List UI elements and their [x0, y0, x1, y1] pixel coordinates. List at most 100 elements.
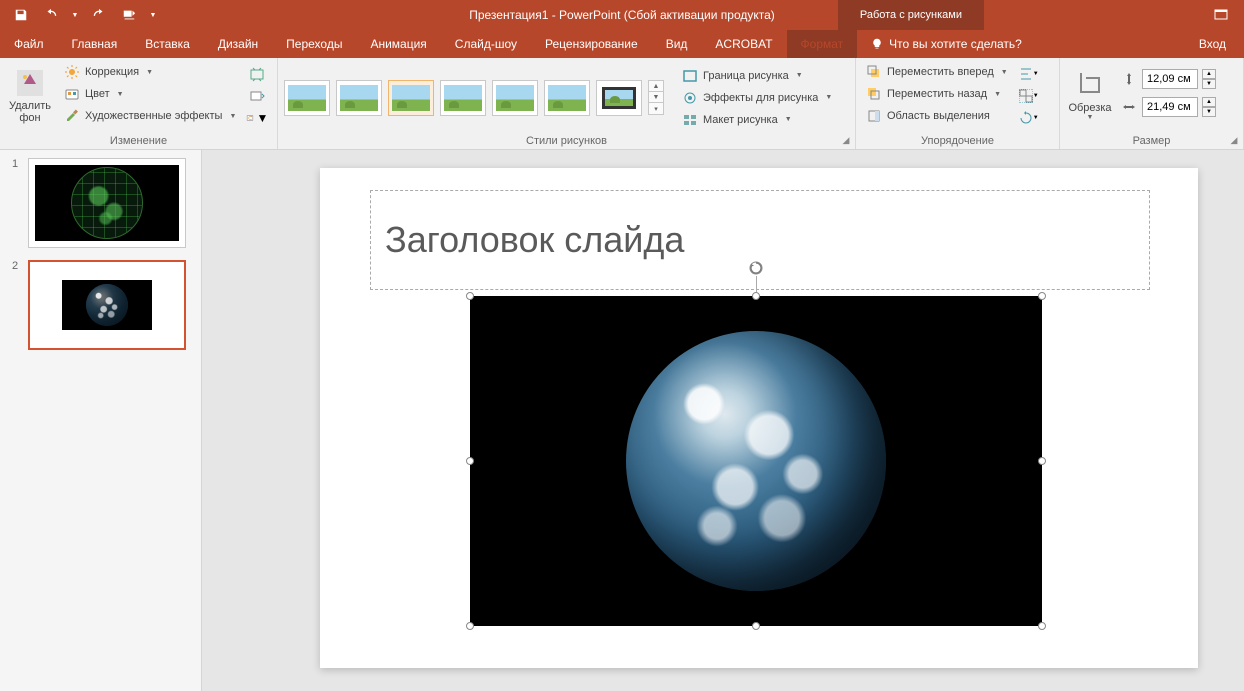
tab-design[interactable]: Дизайн	[204, 30, 272, 58]
selection-pane-label: Область выделения	[887, 110, 990, 122]
resize-handle-right[interactable]	[1038, 457, 1046, 465]
width-up[interactable]: ▲	[1202, 97, 1216, 107]
picture-border-label: Граница рисунка	[703, 70, 789, 82]
tab-animations[interactable]: Анимация	[356, 30, 440, 58]
align-button[interactable]: ▼	[1018, 64, 1040, 84]
inserted-picture[interactable]	[470, 296, 1042, 626]
qat-customize-dropdown[interactable]: ▼	[148, 4, 158, 26]
height-down[interactable]: ▼	[1202, 79, 1216, 89]
bring-forward-label: Переместить вперед	[887, 66, 994, 78]
style-thumb-6[interactable]	[544, 80, 590, 116]
size-dialog-launcher[interactable]: ◢	[1228, 134, 1240, 146]
thumbnail-row-1: 1	[12, 158, 189, 248]
corrections-button[interactable]: Коррекция▼	[60, 62, 240, 82]
tell-me-search[interactable]: Что вы хотите сделать?	[857, 30, 1036, 58]
contextual-tab-group-label: Работа с рисунками	[838, 0, 984, 30]
picture-effects-label: Эффекты для рисунка	[703, 92, 818, 104]
resize-handle-bottom[interactable]	[752, 622, 760, 630]
tab-view[interactable]: Вид	[652, 30, 702, 58]
rotate-button[interactable]: ▼	[1018, 108, 1040, 128]
change-picture-icon	[249, 88, 265, 104]
tab-transitions[interactable]: Переходы	[272, 30, 356, 58]
undo-button[interactable]	[40, 4, 62, 26]
redo-button[interactable]	[88, 4, 110, 26]
color-button[interactable]: Цвет▼	[60, 84, 240, 104]
resize-handle-top[interactable]	[752, 292, 760, 300]
earth-image	[626, 331, 886, 591]
width-down[interactable]: ▼	[1202, 107, 1216, 117]
compress-pictures-button[interactable]	[246, 64, 268, 84]
picture-effects-button[interactable]: Эффекты для рисунка▼	[678, 88, 836, 108]
workspace: 1 2 Заголовок слайда	[0, 150, 1244, 691]
slide-canvas[interactable]: Заголовок слайда	[320, 168, 1198, 668]
quick-access-toolbar: ▼ ▼	[0, 4, 158, 26]
slide-thumbnail-1[interactable]	[28, 158, 186, 248]
save-button[interactable]	[10, 4, 32, 26]
gallery-down-button[interactable]: ▼	[649, 92, 663, 103]
window-title: Презентация1 - PowerPoint (Сбой активаци…	[469, 8, 775, 22]
rotation-handle[interactable]	[748, 260, 764, 276]
align-icon	[1019, 67, 1033, 81]
brush-icon	[64, 108, 80, 124]
width-icon	[1120, 98, 1138, 116]
picture-border-button[interactable]: Граница рисунка▼	[678, 66, 836, 86]
resize-handle-top-left[interactable]	[466, 292, 474, 300]
tab-insert[interactable]: Вставка	[131, 30, 204, 58]
ribbon: Удалить фон Коррекция▼ Цвет▼ Художествен…	[0, 58, 1244, 150]
group-icon	[1019, 89, 1033, 103]
height-up[interactable]: ▲	[1202, 69, 1216, 79]
tab-file[interactable]: Файл	[0, 30, 58, 58]
slide-thumbnail-2[interactable]	[28, 260, 186, 350]
send-backward-label: Переместить назад	[887, 88, 987, 100]
styles-dialog-launcher[interactable]: ◢	[840, 134, 852, 146]
style-thumb-4[interactable]	[440, 80, 486, 116]
width-input[interactable]: 21,49 см	[1142, 97, 1198, 117]
reset-icon	[246, 110, 255, 126]
resize-handle-bottom-left[interactable]	[466, 622, 474, 630]
resize-handle-top-right[interactable]	[1038, 292, 1046, 300]
change-picture-button[interactable]	[246, 86, 268, 106]
tab-format[interactable]: Формат	[787, 30, 858, 58]
selection-pane-icon	[866, 108, 882, 124]
width-row: 21,49 см ▲▼	[1120, 96, 1216, 118]
slide-editor[interactable]: Заголовок слайда	[202, 150, 1244, 691]
artistic-effects-button[interactable]: Художественные эффекты▼	[60, 106, 240, 126]
remove-background-button[interactable]: Удалить фон	[6, 62, 54, 128]
ribbon-group-adjust: Удалить фон Коррекция▼ Цвет▼ Художествен…	[0, 58, 278, 149]
picture-layout-button[interactable]: Макет рисунка▼	[678, 110, 836, 130]
style-thumb-7[interactable]	[596, 80, 642, 116]
group-button[interactable]: ▼	[1018, 86, 1040, 106]
style-thumb-5[interactable]	[492, 80, 538, 116]
reset-picture-button[interactable]: ▼	[246, 108, 268, 128]
resize-handle-left[interactable]	[466, 457, 474, 465]
style-thumb-2[interactable]	[336, 80, 382, 116]
tab-acrobat[interactable]: ACROBAT	[701, 30, 786, 58]
ribbon-display-options-button[interactable]	[1210, 4, 1232, 26]
tab-slideshow[interactable]: Слайд-шоу	[441, 30, 531, 58]
picture-selection[interactable]	[470, 296, 1042, 626]
style-thumb-1[interactable]	[284, 80, 330, 116]
ribbon-tabs: Файл Главная Вставка Дизайн Переходы Ани…	[0, 30, 1244, 58]
tab-home[interactable]: Главная	[58, 30, 132, 58]
undo-dropdown[interactable]: ▼	[70, 4, 80, 26]
send-backward-button[interactable]: Переместить назад▼	[862, 84, 1012, 104]
effects-icon	[682, 90, 698, 106]
arrange-group-label: Упорядочение	[862, 133, 1053, 147]
resize-handle-bottom-right[interactable]	[1038, 622, 1046, 630]
sign-in-link[interactable]: Вход	[1181, 30, 1244, 58]
tab-review[interactable]: Рецензирование	[531, 30, 652, 58]
height-input[interactable]: 12,09 см	[1142, 69, 1198, 89]
style-thumb-3[interactable]	[388, 80, 434, 116]
crop-icon	[1074, 69, 1106, 101]
rotation-connector	[756, 276, 757, 292]
artistic-effects-label: Художественные эффекты	[85, 110, 222, 122]
compress-icon	[249, 66, 265, 82]
sun-icon	[64, 64, 80, 80]
selection-pane-button[interactable]: Область выделения	[862, 106, 1012, 126]
color-label: Цвет	[85, 88, 110, 100]
start-from-beginning-button[interactable]	[118, 4, 140, 26]
crop-button[interactable]: Обрезка ▼	[1066, 62, 1114, 128]
gallery-more-button[interactable]: ▾	[649, 103, 663, 114]
bring-forward-button[interactable]: Переместить вперед▼	[862, 62, 1012, 82]
gallery-up-button[interactable]: ▲	[649, 81, 663, 92]
